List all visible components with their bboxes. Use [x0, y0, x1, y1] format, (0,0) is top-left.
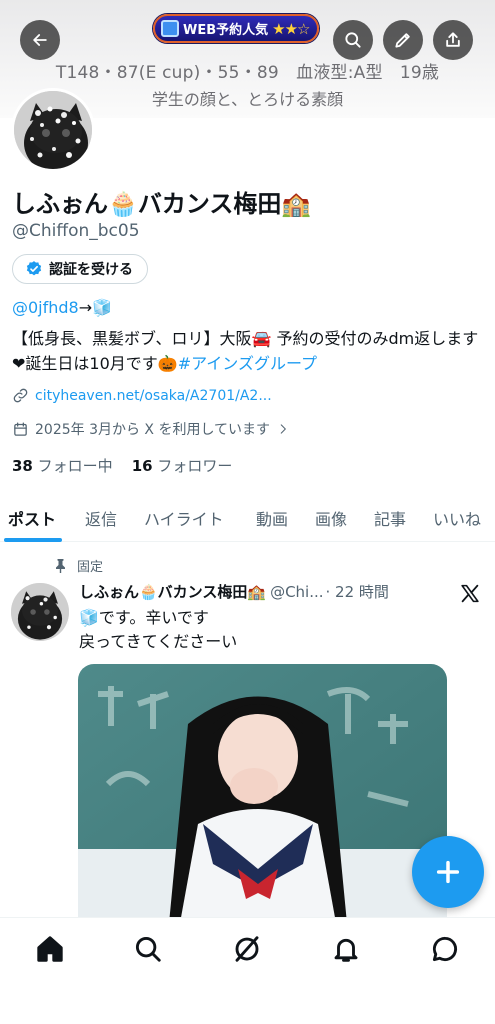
post-author-name[interactable]: しふぉん🧁バカンス梅田🏫: [79, 581, 266, 602]
profile-tabs: ポスト 返信 ハイライト 動画 画像 記事 いいね: [0, 494, 495, 542]
profile-link-row[interactable]: cityheaven.net/osaka/A2701/A2...: [12, 387, 272, 404]
following-label: フォロー中: [37, 457, 113, 475]
notifications-icon: [334, 938, 358, 962]
x-logo-icon: [461, 584, 479, 603]
following-count: 38: [12, 457, 33, 475]
badge-stars: ★★☆: [272, 19, 310, 38]
pin-icon: [56, 558, 65, 573]
get-verified-button[interactable]: 認証を受ける: [12, 254, 148, 284]
back-button[interactable]: [20, 20, 60, 60]
share-icon: [446, 32, 460, 47]
plus-icon: [436, 860, 460, 884]
bottom-navigation: [0, 917, 495, 1024]
grok-icon: [235, 936, 259, 962]
calendar-icon: [161, 20, 179, 37]
cat-avatar-image: [14, 91, 92, 169]
bio-mention-link[interactable]: @0jfhd8: [12, 298, 79, 317]
nav-notifications[interactable]: [331, 934, 361, 964]
joined-date-text: 2025年 3月から X を利用しています: [35, 422, 271, 438]
verified-badge-icon: [26, 261, 42, 276]
following-link[interactable]: 38 フォロー中: [12, 457, 113, 475]
tab-articles[interactable]: 記事: [374, 494, 406, 542]
post-text-line1: 🧊です。辛いです: [79, 608, 209, 627]
bio-arrow: →: [78, 298, 93, 317]
post-text-line2: 戻ってきてくださーい: [79, 632, 238, 651]
nav-search[interactable]: [133, 934, 163, 964]
nav-grok[interactable]: [232, 934, 262, 964]
post-text: 🧊です。辛いです 戻ってきてくださーい: [79, 606, 237, 654]
messages-icon: [432, 936, 457, 962]
bio-emoji: 🧊: [92, 298, 113, 317]
badge-text: WEB予約人気: [183, 23, 269, 38]
post-timestamp[interactable]: · 22 時間: [326, 581, 389, 602]
post-photo: [78, 664, 447, 934]
pinned-indicator: 固定: [54, 556, 103, 575]
search-button[interactable]: [333, 20, 373, 60]
tab-videos[interactable]: 動画: [256, 494, 288, 542]
search-icon: [135, 936, 161, 962]
compose-post-button[interactable]: [412, 836, 484, 908]
get-verified-label: 認証を受ける: [49, 262, 133, 278]
tab-highlights[interactable]: ハイライト: [144, 494, 224, 542]
cat-avatar-image: [11, 583, 69, 641]
pencil-icon: [395, 33, 410, 48]
follow-stats: 38 フォロー中 16 フォロワー: [12, 455, 232, 476]
search-icon: [345, 32, 361, 48]
followers-link[interactable]: 16 フォロワー: [132, 457, 233, 475]
calendar-icon: [14, 421, 27, 436]
home-icon: [37, 936, 63, 962]
tab-posts[interactable]: ポスト: [3, 494, 63, 542]
bio-hashtag-link[interactable]: #アインズグループ: [178, 354, 317, 373]
joined-date-row[interactable]: 2025年 3月から X を利用しています: [12, 419, 290, 439]
back-arrow-icon: [33, 34, 47, 46]
post-header: しふぉん🧁バカンス梅田🏫 @Chi... · 22 時間: [79, 581, 449, 602]
profile-website-link[interactable]: cityheaven.net/osaka/A2701/A2...: [35, 388, 272, 404]
tab-replies[interactable]: 返信: [85, 494, 117, 542]
post-author-handle[interactable]: @Chi...: [270, 583, 323, 601]
tab-likes[interactable]: いいね: [433, 494, 481, 542]
link-icon: [13, 388, 28, 403]
profile-avatar[interactable]: [11, 88, 95, 172]
nav-home[interactable]: [35, 934, 65, 964]
profile-name: しふぉん🧁バカンス梅田🏫: [12, 190, 312, 218]
banner-stats-text: T148・87(E cup)・55・89 血液型:A型 19歳: [55, 63, 440, 83]
post-media-image[interactable]: [78, 664, 447, 934]
nav-messages[interactable]: [430, 934, 460, 964]
tab-images[interactable]: 画像: [315, 494, 347, 542]
post-author-avatar[interactable]: [11, 583, 69, 641]
edit-button[interactable]: [383, 20, 423, 60]
share-button[interactable]: [433, 20, 473, 60]
web-reservation-badge: WEB予約人気 ★★☆: [153, 14, 320, 43]
chevron-right-icon: [280, 424, 286, 434]
followers-count: 16: [131, 457, 153, 475]
bio-mention-line: @0jfhd8→🧊: [12, 298, 112, 317]
pinned-label: 固定: [77, 560, 104, 575]
followers-label: フォロワー: [157, 457, 233, 475]
bio-text: 【低身長、黒髪ボブ、ロリ】大阪🚘 予約の受付のみdm返します❤誕生日は10月です…: [12, 326, 487, 376]
profile-handle: @Chiffon_bc05: [12, 221, 140, 241]
